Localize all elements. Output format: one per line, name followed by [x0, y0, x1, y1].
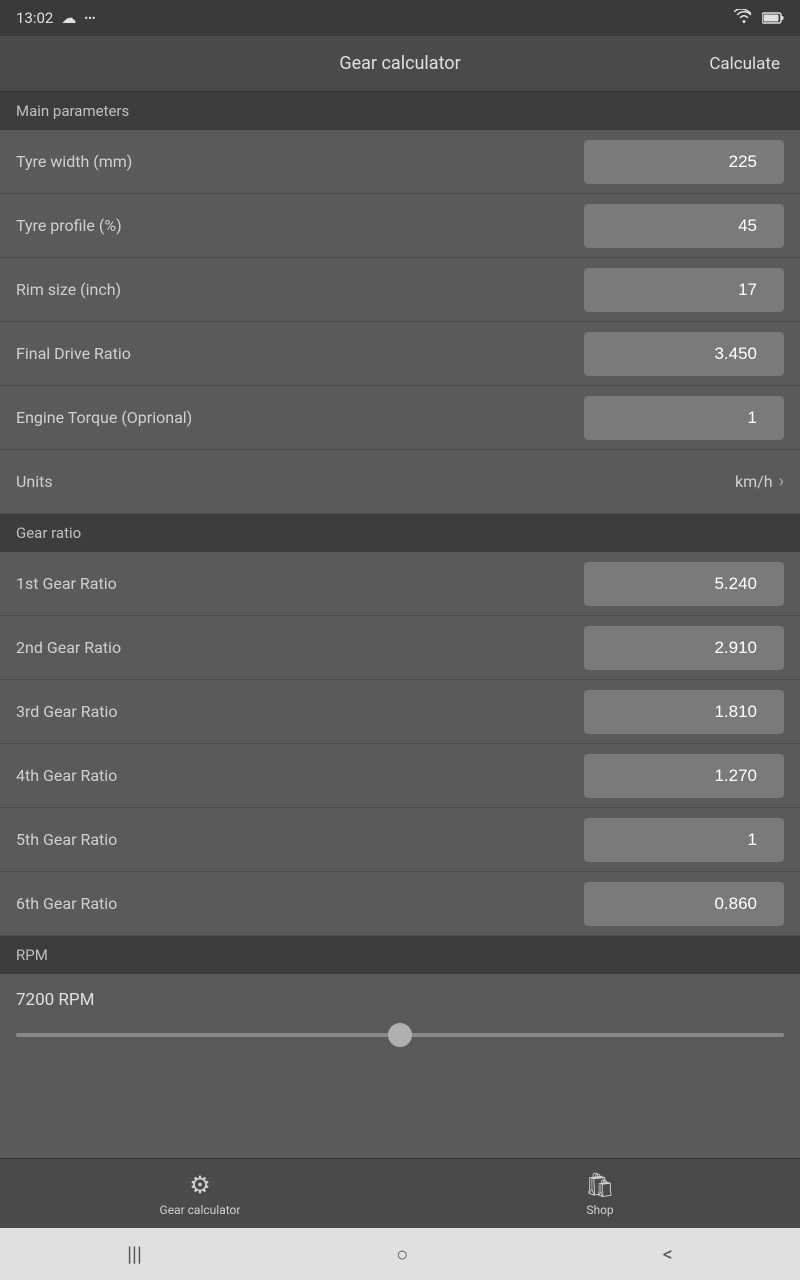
param-row-tyre-profile: Tyre profile (%) [0, 194, 800, 258]
gear6-label: 6th Gear Ratio [16, 894, 117, 913]
units-label: Units [16, 472, 53, 491]
param-row-gear3: 3rd Gear Ratio [0, 680, 800, 744]
gear3-label: 3rd Gear Ratio [16, 702, 118, 721]
final-drive-label: Final Drive Ratio [16, 344, 131, 363]
rim-size-label: Rim size (inch) [16, 280, 121, 299]
units-row[interactable]: Units km/h › [0, 450, 800, 514]
gear5-label: 5th Gear Ratio [16, 830, 117, 849]
tyre-profile-input[interactable] [584, 204, 784, 248]
param-row-final-drive: Final Drive Ratio [0, 322, 800, 386]
status-time-group: 13:02 ☁ ••• [16, 9, 96, 27]
nav-shop[interactable]: 🛍 Shop [400, 1171, 800, 1217]
tyre-width-label: Tyre width (mm) [16, 152, 132, 171]
section-gear-ratio: Gear ratio [0, 514, 800, 552]
shop-icon: 🛍 [585, 1171, 615, 1199]
nav-gear-calculator-label: Gear calculator [160, 1203, 241, 1217]
header-title: Gear calculator [339, 53, 460, 74]
section-gear-ratio-label: Gear ratio [16, 524, 81, 542]
gear3-input[interactable] [584, 690, 784, 734]
status-icons [734, 9, 784, 28]
cloud-icon: ☁ [61, 9, 76, 27]
nav-gear-calculator[interactable]: ⚙ Gear calculator [0, 1171, 400, 1217]
system-menu-button[interactable]: ||| [127, 1242, 142, 1266]
gear4-input[interactable] [584, 754, 784, 798]
engine-torque-input[interactable] [584, 396, 784, 440]
bottom-nav: ⚙ Gear calculator 🛍 Shop [0, 1158, 800, 1228]
param-row-gear5: 5th Gear Ratio [0, 808, 800, 872]
final-drive-input[interactable] [584, 332, 784, 376]
header: Gear calculator Calculate [0, 36, 800, 92]
param-row-gear6: 6th Gear Ratio [0, 872, 800, 936]
param-row-gear2: 2nd Gear Ratio [0, 616, 800, 680]
gear4-label: 4th Gear Ratio [16, 766, 117, 785]
param-row-tyre-width: Tyre width (mm) [0, 130, 800, 194]
rim-size-input[interactable] [584, 268, 784, 312]
rpm-value: 7200 RPM [16, 990, 784, 1010]
status-time: 13:02 [16, 9, 53, 27]
section-rpm-label: RPM [16, 946, 48, 964]
calculate-button[interactable]: Calculate [709, 54, 780, 74]
gear-calculator-icon: ⚙ [189, 1171, 211, 1199]
rpm-slider-container [16, 1022, 784, 1057]
status-bar: 13:02 ☁ ••• [0, 0, 800, 36]
gear2-label: 2nd Gear Ratio [16, 638, 121, 657]
section-main-params: Main parameters [0, 92, 800, 130]
main-content: Main parameters Tyre width (mm) Tyre pro… [0, 92, 800, 1158]
param-row-rim-size: Rim size (inch) [0, 258, 800, 322]
chevron-right-icon: › [779, 471, 784, 492]
nav-shop-label: Shop [586, 1203, 613, 1217]
param-row-gear1: 1st Gear Ratio [0, 552, 800, 616]
system-nav: ||| ○ < [0, 1228, 800, 1280]
tyre-width-input[interactable] [584, 140, 784, 184]
param-row-gear4: 4th Gear Ratio [0, 744, 800, 808]
tyre-profile-label: Tyre profile (%) [16, 216, 122, 235]
gear1-input[interactable] [584, 562, 784, 606]
engine-torque-label: Engine Torque (Oprional) [16, 408, 192, 427]
gear6-input[interactable] [584, 882, 784, 926]
dots-icon: ••• [84, 12, 95, 25]
units-value: km/h [735, 472, 773, 491]
section-main-params-label: Main parameters [16, 102, 129, 120]
gear1-label: 1st Gear Ratio [16, 574, 117, 593]
wifi-icon [734, 9, 754, 27]
gear2-input[interactable] [584, 626, 784, 670]
rpm-slider[interactable] [16, 1033, 784, 1037]
system-back-button[interactable]: < [663, 1242, 673, 1266]
param-row-engine-torque: Engine Torque (Oprional) [0, 386, 800, 450]
gear5-input[interactable] [584, 818, 784, 862]
section-rpm: RPM [0, 936, 800, 974]
rpm-section: 7200 RPM [0, 974, 800, 1065]
units-value-group[interactable]: km/h › [735, 471, 784, 492]
battery-icon [762, 9, 784, 28]
system-home-button[interactable]: ○ [396, 1242, 408, 1267]
